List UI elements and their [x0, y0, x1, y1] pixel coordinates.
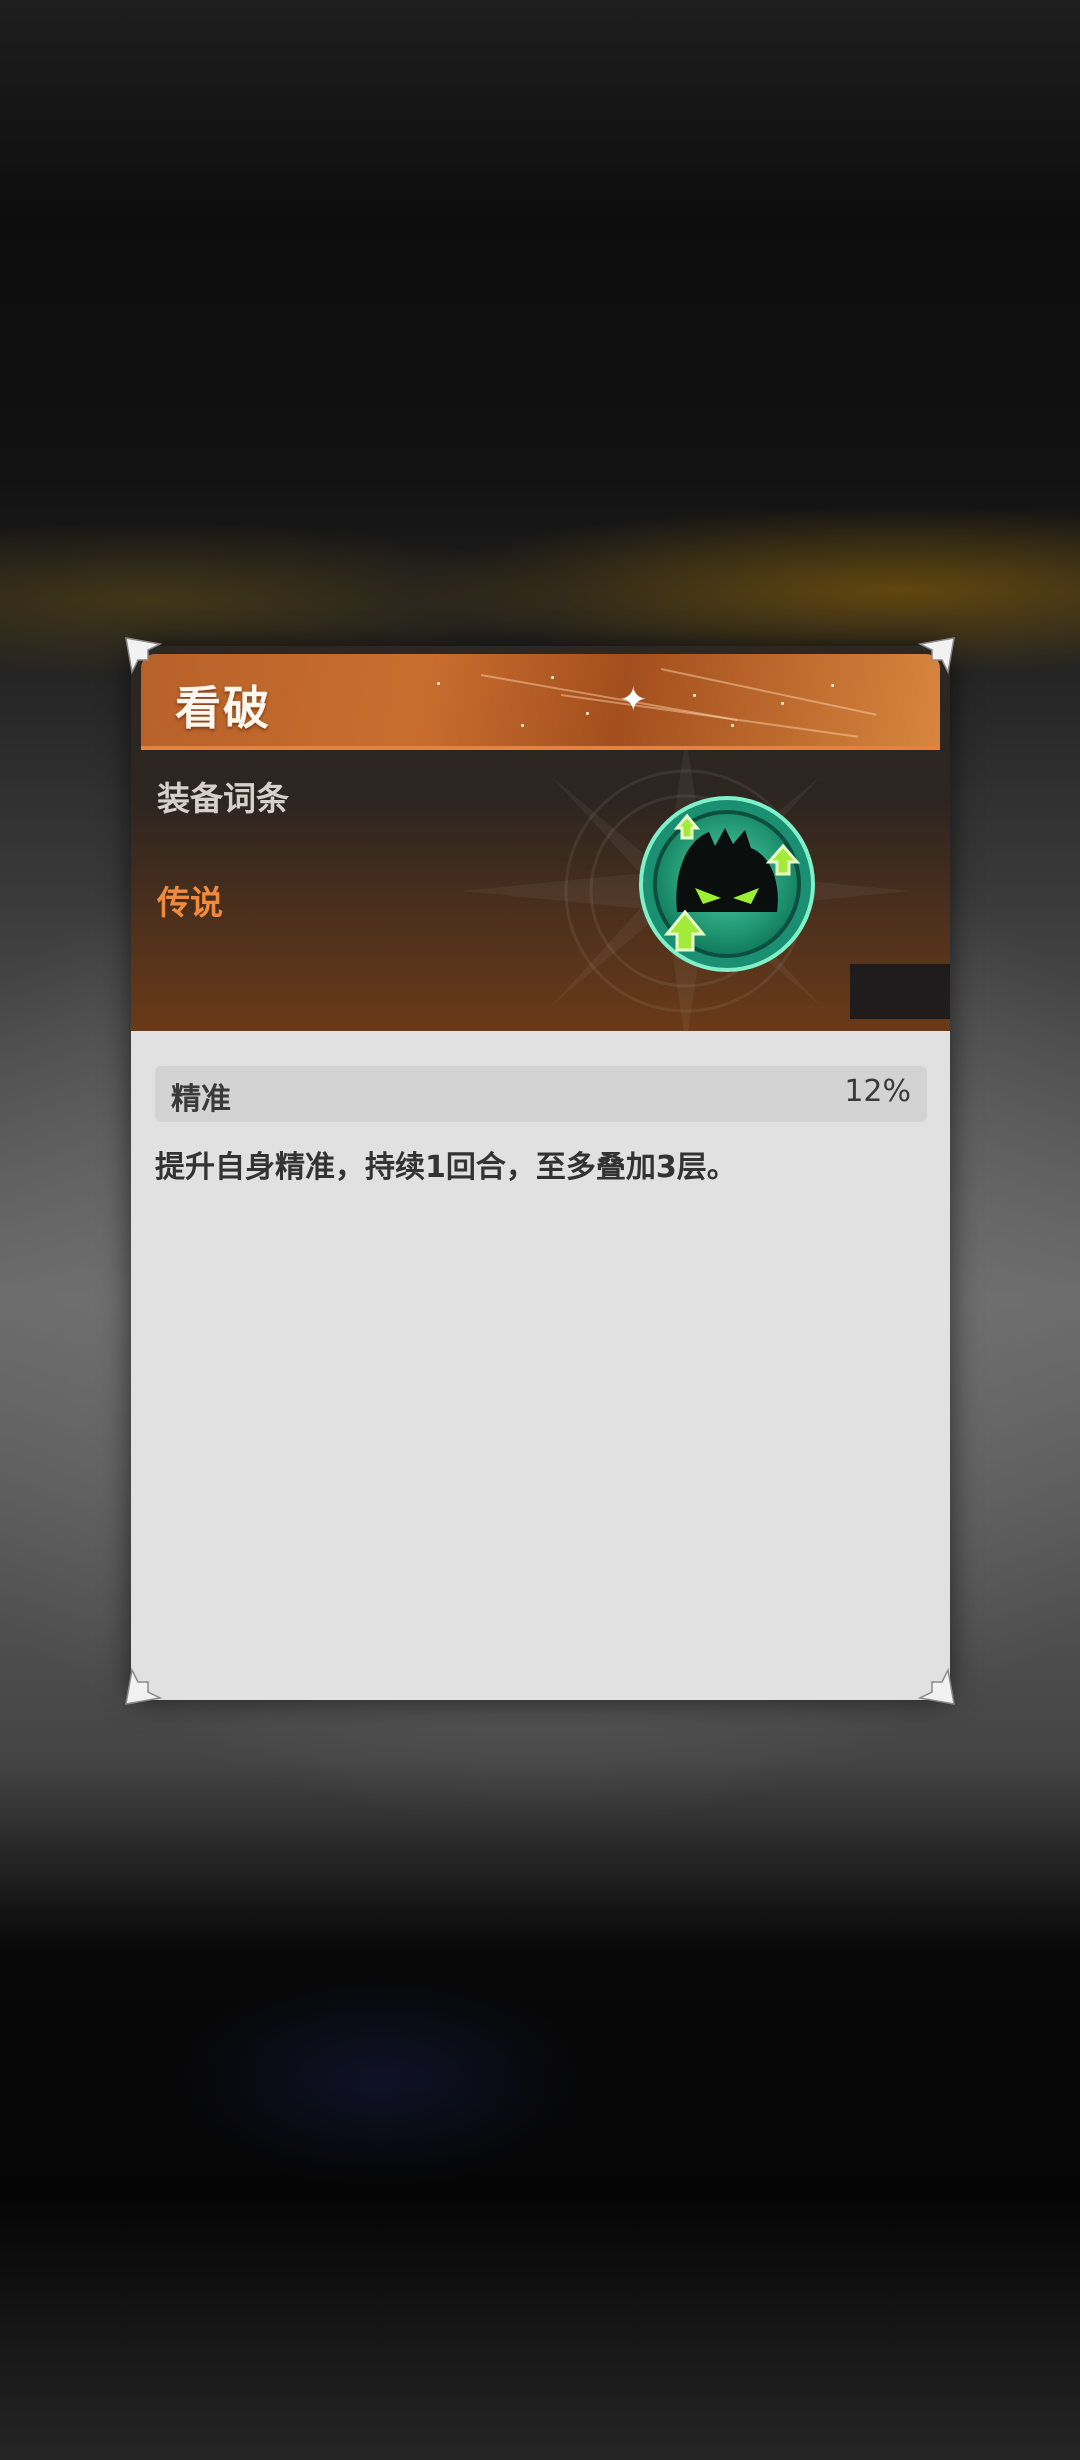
corner-ornament-icon [125, 637, 162, 674]
corner-ornament-icon [125, 1668, 162, 1705]
item-category: 装备词条 [157, 779, 289, 818]
item-detail-card: ✦ 看破 装备词条 传说 精准 12% 提升自身精准，持续1回合，至多叠加3层。 [131, 646, 950, 1700]
stat-value: 12% [844, 1074, 911, 1109]
stat-row: 精准 12% [155, 1066, 927, 1122]
corner-ornament-icon [918, 637, 955, 674]
item-title: 看破 [175, 681, 271, 735]
stat-name: 精准 [171, 1082, 231, 1117]
header-dark-strip [850, 964, 950, 1019]
green-eyed-spirit-emblem-icon [639, 796, 815, 972]
corner-ornament-icon [918, 1668, 955, 1705]
item-description: 提升自身精准，持续1回合，至多叠加3层。 [155, 1150, 737, 1185]
sparkle-icon: ✦ [619, 680, 648, 720]
title-bar: ✦ 看破 [141, 654, 940, 750]
card-header: ✦ 看破 装备词条 传说 [131, 646, 950, 1031]
item-rarity: 传说 [157, 883, 223, 922]
